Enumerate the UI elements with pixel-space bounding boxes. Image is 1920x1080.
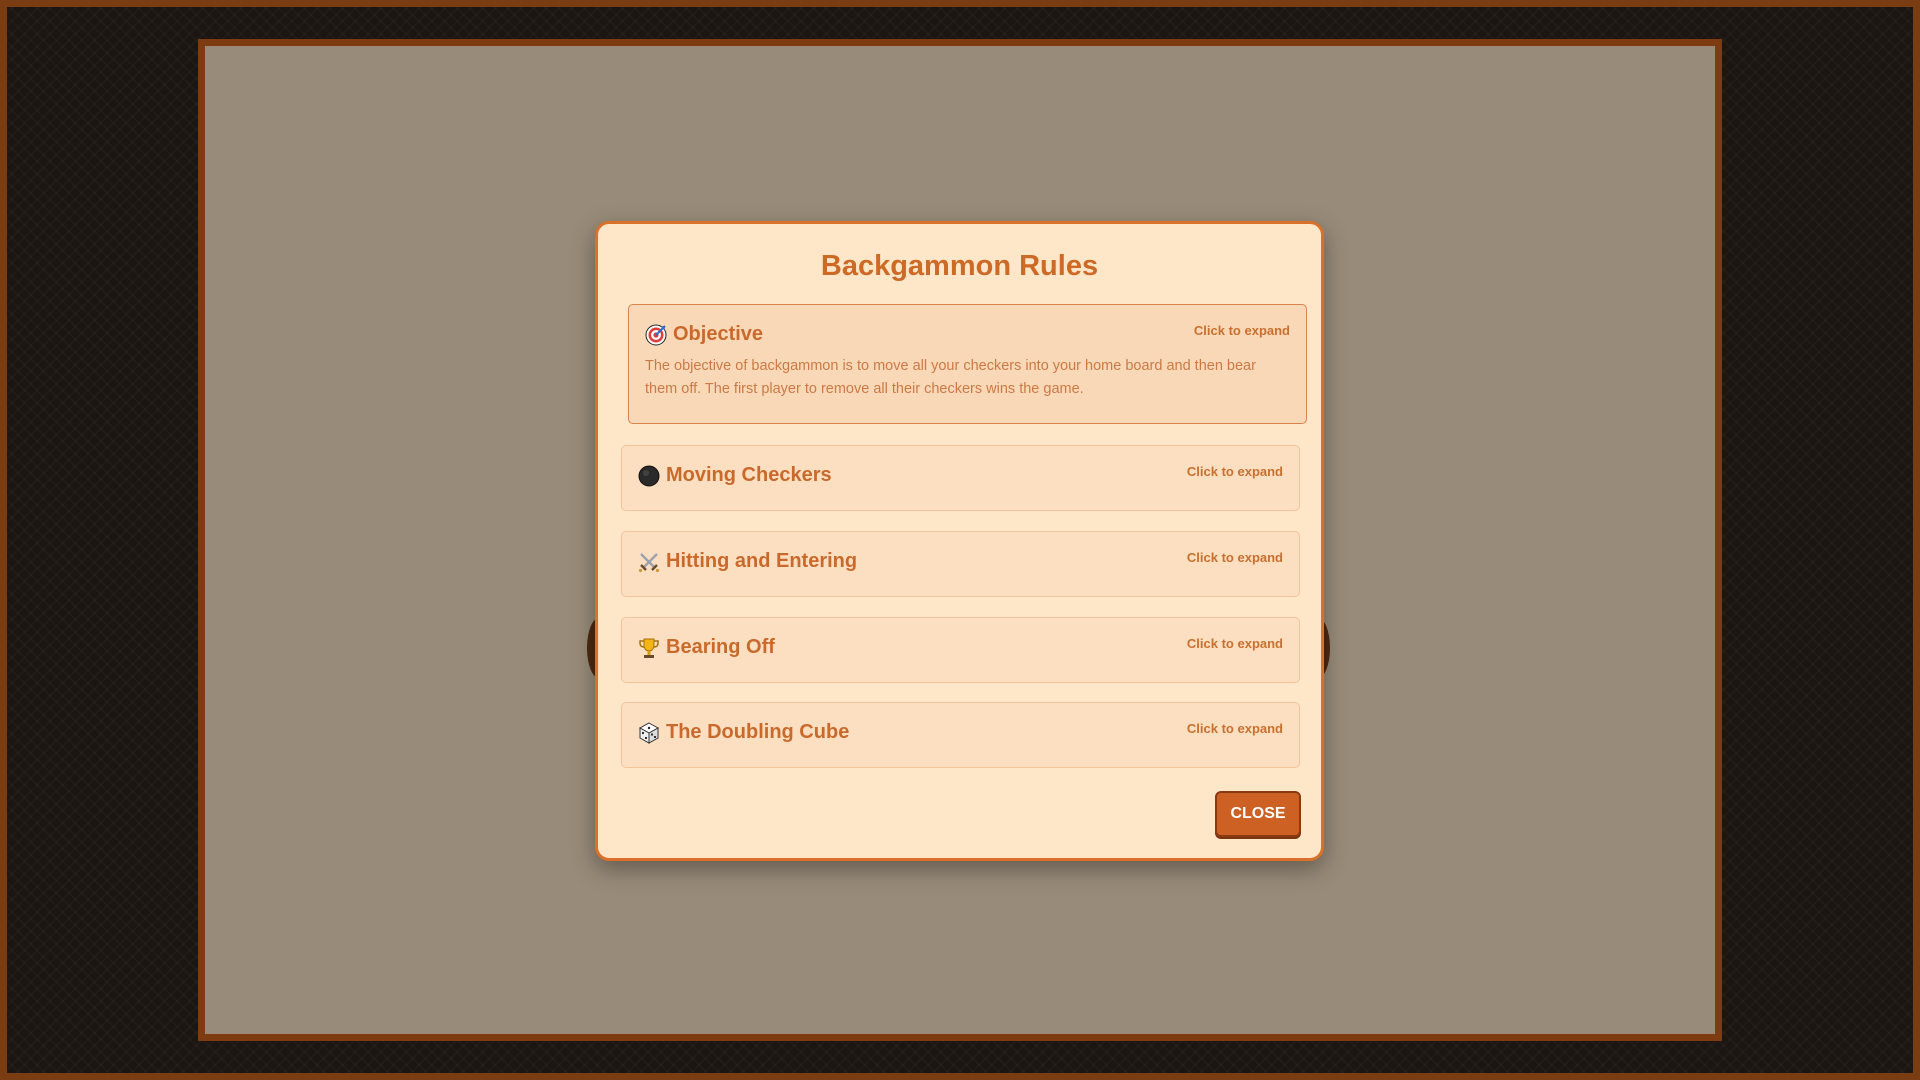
section-title: Moving Checkers xyxy=(666,464,832,486)
section-body: The objective of backgammon is to move a… xyxy=(645,358,1256,397)
section-hitting-entering[interactable]: Hitting and Entering Click to expand xyxy=(621,531,1300,597)
modal-title: Backgammon Rules xyxy=(820,250,1099,282)
section-objective[interactable]: Objective Click to expand The objective … xyxy=(628,304,1307,424)
section-title: Bearing Off xyxy=(666,636,775,658)
section-doubling-cube[interactable]: The Doubling Cube Click to expand xyxy=(621,702,1300,768)
close-button[interactable]: CLOSE xyxy=(1215,791,1301,837)
section-bearing-off[interactable]: Bearing Off Click to expand xyxy=(621,617,1300,683)
expand-hint: Click to expand xyxy=(1186,464,1283,479)
rules-modal: Backgammon Rules Objective Click to expa… xyxy=(595,221,1324,861)
section-header: Bearing Off xyxy=(638,636,775,659)
section-title: Hitting and Entering xyxy=(666,550,858,572)
section-header: Objective xyxy=(645,323,763,346)
section-title: Objective xyxy=(673,323,764,345)
section-moving-checkers[interactable]: Moving Checkers Click to expand xyxy=(621,445,1300,511)
expand-hint: Click to expand xyxy=(1186,721,1283,736)
trophy-icon xyxy=(638,637,660,659)
section-header: Moving Checkers xyxy=(638,464,832,487)
expand-hint: Click to expand xyxy=(1186,636,1283,651)
expand-hint: Click to expand xyxy=(1186,550,1283,565)
black-circle-icon xyxy=(638,465,660,487)
section-title: The Doubling Cube xyxy=(666,721,850,743)
expand-hint: Click to expand xyxy=(1193,323,1290,338)
section-header: Hitting and Entering xyxy=(638,550,857,573)
target-icon xyxy=(645,324,667,346)
dice-icon xyxy=(638,721,660,744)
section-header: The Doubling Cube xyxy=(638,721,849,744)
crossed-swords-icon xyxy=(638,551,660,573)
